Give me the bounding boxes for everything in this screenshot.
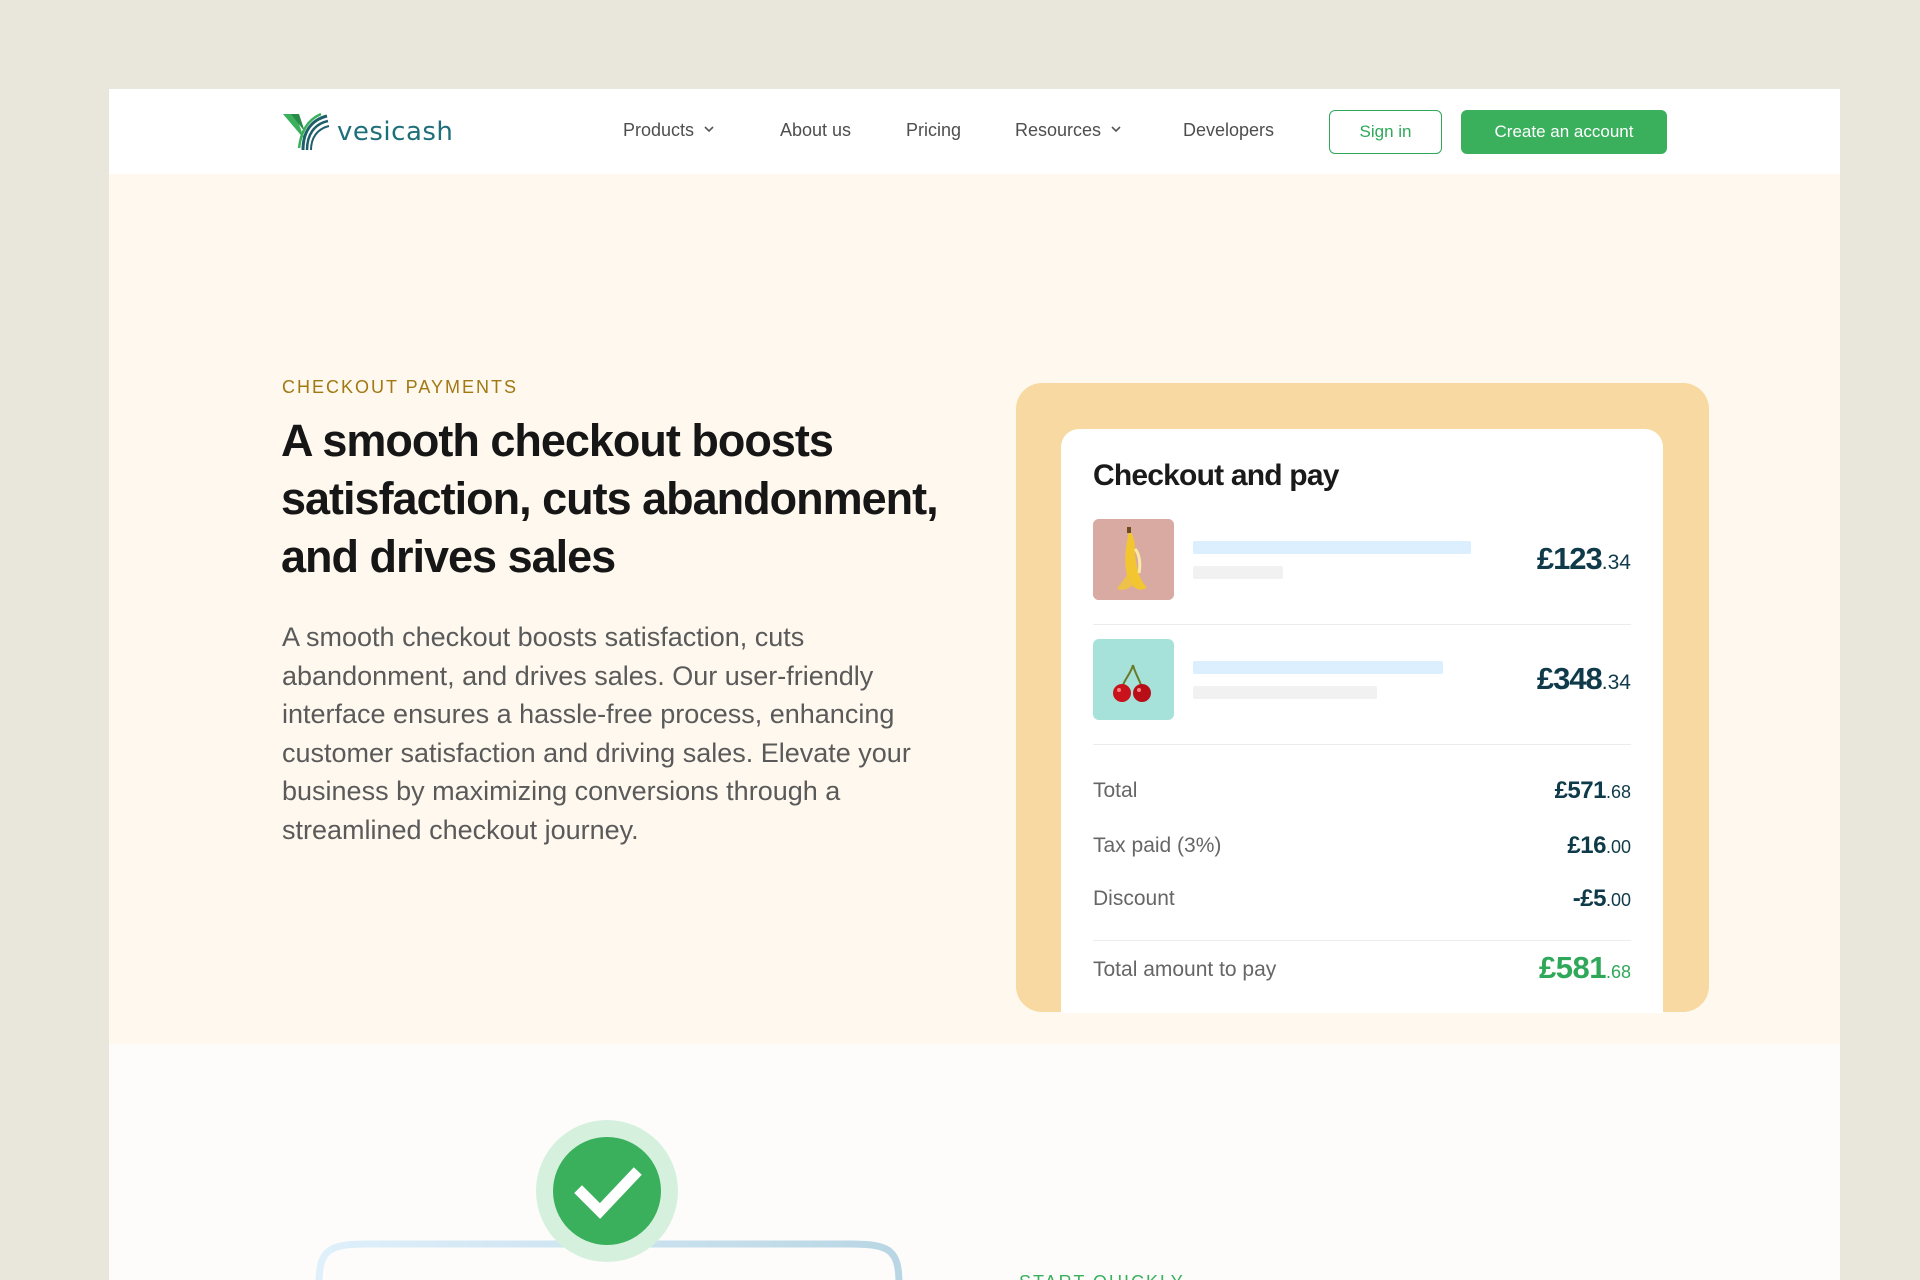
chevron-down-icon xyxy=(1111,125,1121,132)
nav-products-label: Products xyxy=(623,120,695,140)
lower-section: START QUICKLY xyxy=(109,1044,1840,1280)
summary-value: £571.68 xyxy=(1554,777,1631,804)
banana-image xyxy=(1093,519,1174,600)
nav-about-label: About us xyxy=(780,120,852,140)
summary-row-grand-total: Total amount to pay £581.68 xyxy=(1093,950,1631,988)
summary-value: £16.00 xyxy=(1567,832,1631,859)
summary-label: Tax paid (3%) xyxy=(1093,834,1222,857)
placeholder-line xyxy=(1193,661,1443,674)
checkout-card-title: Checkout and pay xyxy=(1093,459,1339,492)
section-eyebrow: START QUICKLY xyxy=(1019,1272,1185,1280)
brand-name: vesicash xyxy=(337,117,454,147)
nav-developers-label: Developers xyxy=(1183,120,1275,140)
cherry-image xyxy=(1093,639,1174,720)
divider xyxy=(1093,744,1631,745)
nav-products[interactable]: Products xyxy=(623,120,714,141)
summary-label: Discount xyxy=(1093,887,1175,910)
divider xyxy=(1093,940,1631,941)
placeholder-line xyxy=(1193,541,1471,554)
summary-value: -£5.00 xyxy=(1572,885,1631,912)
divider xyxy=(1093,624,1631,625)
site-header: vesicash Products About us Pricing Resou… xyxy=(109,89,1840,174)
grand-total-label: Total amount to pay xyxy=(1093,958,1277,981)
item-price: £123.34 xyxy=(1536,541,1631,576)
page-frame: vesicash Products About us Pricing Resou… xyxy=(109,89,1840,1280)
nav-about[interactable]: About us xyxy=(780,120,851,141)
sign-in-button[interactable]: Sign in xyxy=(1329,110,1442,154)
hero-body: A smooth checkout boosts satisfaction, c… xyxy=(282,622,911,845)
nav-resources[interactable]: Resources xyxy=(1015,120,1121,141)
summary-row-discount: Discount -£5.00 xyxy=(1093,885,1631,917)
checkmark-icon xyxy=(536,1120,678,1262)
placeholder-line xyxy=(1193,566,1283,579)
brand-logo[interactable]: vesicash xyxy=(281,110,453,154)
hero-section: CHECKOUT PAYMENTS A smooth checkout boos… xyxy=(109,174,1840,1044)
create-account-button[interactable]: Create an account xyxy=(1461,110,1667,154)
checkout-item: £123.34 xyxy=(1093,519,1631,600)
checkout-item: £348.34 xyxy=(1093,639,1631,720)
summary-row-total: Total £571.68 xyxy=(1093,777,1631,809)
summary-row-tax: Tax paid (3%) £16.00 xyxy=(1093,832,1631,864)
checkout-card: Checkout and pay £123.34 £348.34 Total £… xyxy=(1061,429,1663,1013)
success-badge xyxy=(536,1120,678,1262)
nav-pricing-label: Pricing xyxy=(906,120,962,140)
summary-label: Total xyxy=(1093,779,1138,802)
nav-pricing[interactable]: Pricing xyxy=(906,120,961,141)
nav-developers[interactable]: Developers xyxy=(1183,120,1274,141)
hero-eyebrow: CHECKOUT PAYMENTS xyxy=(282,377,519,397)
grand-total-value: £581.68 xyxy=(1539,950,1631,985)
item-price: £348.34 xyxy=(1536,661,1631,696)
placeholder-line xyxy=(1193,686,1377,699)
vesicash-logo-icon xyxy=(283,112,330,151)
nav-resources-label: Resources xyxy=(1015,120,1102,140)
hero-headline: A smooth checkout boosts satisfaction, c… xyxy=(281,415,939,582)
chevron-down-icon xyxy=(704,125,714,132)
